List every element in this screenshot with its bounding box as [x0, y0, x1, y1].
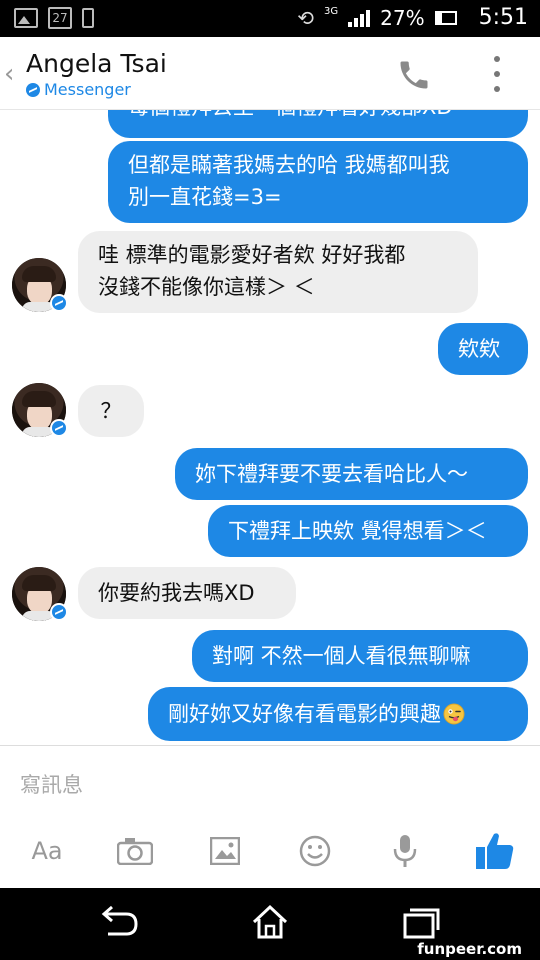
message-bubble-outgoing[interactable]: 剛好妳又好像有看電影的興趣 — [148, 687, 528, 741]
battery-icon — [434, 10, 457, 25]
back-icon[interactable] — [96, 902, 144, 942]
calendar-notification-icon: 27 — [48, 7, 72, 29]
system-navigation-bar: funpeer.com — [0, 888, 540, 960]
network-type: 3G — [324, 6, 339, 17]
message-text-line: 但都是瞞著我媽去的哈 我媽都叫我 — [128, 153, 450, 177]
message-bubble-incoming[interactable]: 哇 標準的電影愛好者欸 好好我都 沒錢不能像你這樣＞ ＜ — [78, 231, 478, 313]
messenger-subtitle: Messenger — [26, 80, 131, 99]
signal-icon — [348, 9, 371, 27]
message-bubble-outgoing[interactable]: 欸欸 — [438, 323, 528, 375]
message-bubble-outgoing[interactable]: 但都是瞞著我媽去的哈 我媽都叫我 別一直花錢=3= — [108, 141, 528, 223]
messenger-badge-icon — [50, 603, 68, 621]
message-bubble-outgoing[interactable]: 對啊 不然一個人看很無聊嘛 — [192, 630, 528, 682]
text-format-button[interactable]: Aa — [22, 826, 72, 876]
message-bubble-outgoing[interactable]: 妳下禮拜要不要去看哈比人～ — [175, 448, 528, 500]
messenger-badge-icon — [50, 419, 68, 437]
message-text: 剛好妳又好像有看電影的興趣 — [168, 702, 441, 726]
message-text: 欸欸 — [458, 337, 500, 361]
status-bar: 27 ⟲ 3G 27% 5:51 — [0, 0, 540, 37]
composer: Aa — [0, 745, 540, 889]
message-bubble-outgoing[interactable]: 每個禮拜去至一個禮拜看好幾部XD — [108, 110, 528, 138]
message-list[interactable]: 每個禮拜去至一個禮拜看好幾部XD 但都是瞞著我媽去的哈 我媽都叫我 別一直花錢=… — [0, 110, 540, 745]
phone-notification-icon — [82, 8, 94, 28]
battery-percent: 27% — [380, 5, 425, 30]
message-text: ？ — [100, 399, 122, 423]
message-bubble-incoming[interactable]: 你要約我去嗎XD — [78, 567, 296, 619]
message-input[interactable] — [18, 768, 522, 802]
gallery-notification-icon — [14, 8, 38, 28]
message-text: 每個禮拜去至一個禮拜看好幾部XD — [128, 110, 453, 119]
messenger-badge-icon — [50, 294, 68, 312]
microphone-icon[interactable] — [380, 826, 430, 876]
message-bubble-outgoing[interactable]: 下禮拜上映欸 覺得想看＞＜ — [208, 505, 528, 557]
back-chevron-icon[interactable]: ‹ — [4, 59, 14, 89]
vibrate-icon: ⟲ — [297, 5, 315, 30]
messenger-icon — [26, 82, 40, 97]
more-options-icon[interactable] — [492, 56, 502, 92]
message-text: 對啊 不然一個人看很無聊嘛 — [212, 644, 471, 668]
clock: 5:51 — [478, 5, 528, 30]
message-text: 下禮拜上映欸 覺得想看＞＜ — [228, 519, 487, 543]
message-text-line: 沒錢不能像你這樣＞ ＜ — [98, 275, 315, 299]
message-text: 你要約我去嗎XD — [98, 581, 255, 605]
message-text-line: 別一直花錢=3= — [128, 185, 282, 209]
subtitle-label: Messenger — [44, 80, 131, 99]
message-text: 妳下禮拜要不要去看哈比人～ — [195, 462, 468, 486]
message-text-line: 哇 標準的電影愛好者欸 好好我都 — [98, 243, 406, 267]
emoji-icon[interactable] — [290, 826, 340, 876]
phone-call-icon[interactable] — [396, 57, 432, 93]
image-icon[interactable] — [200, 826, 250, 876]
contact-name[interactable]: Angela Tsai — [26, 49, 167, 78]
thumbs-up-icon[interactable] — [470, 826, 520, 876]
watermark: funpeer.com — [417, 940, 522, 958]
tongue-out-emoji-icon — [443, 703, 465, 725]
home-icon[interactable] — [246, 902, 294, 942]
recent-apps-icon[interactable] — [396, 902, 444, 942]
camera-icon[interactable] — [110, 826, 160, 876]
message-bubble-incoming[interactable]: ？ — [78, 385, 144, 437]
composer-toolbar: Aa — [0, 826, 540, 880]
conversation-header: ‹ Angela Tsai Messenger — [0, 37, 540, 110]
